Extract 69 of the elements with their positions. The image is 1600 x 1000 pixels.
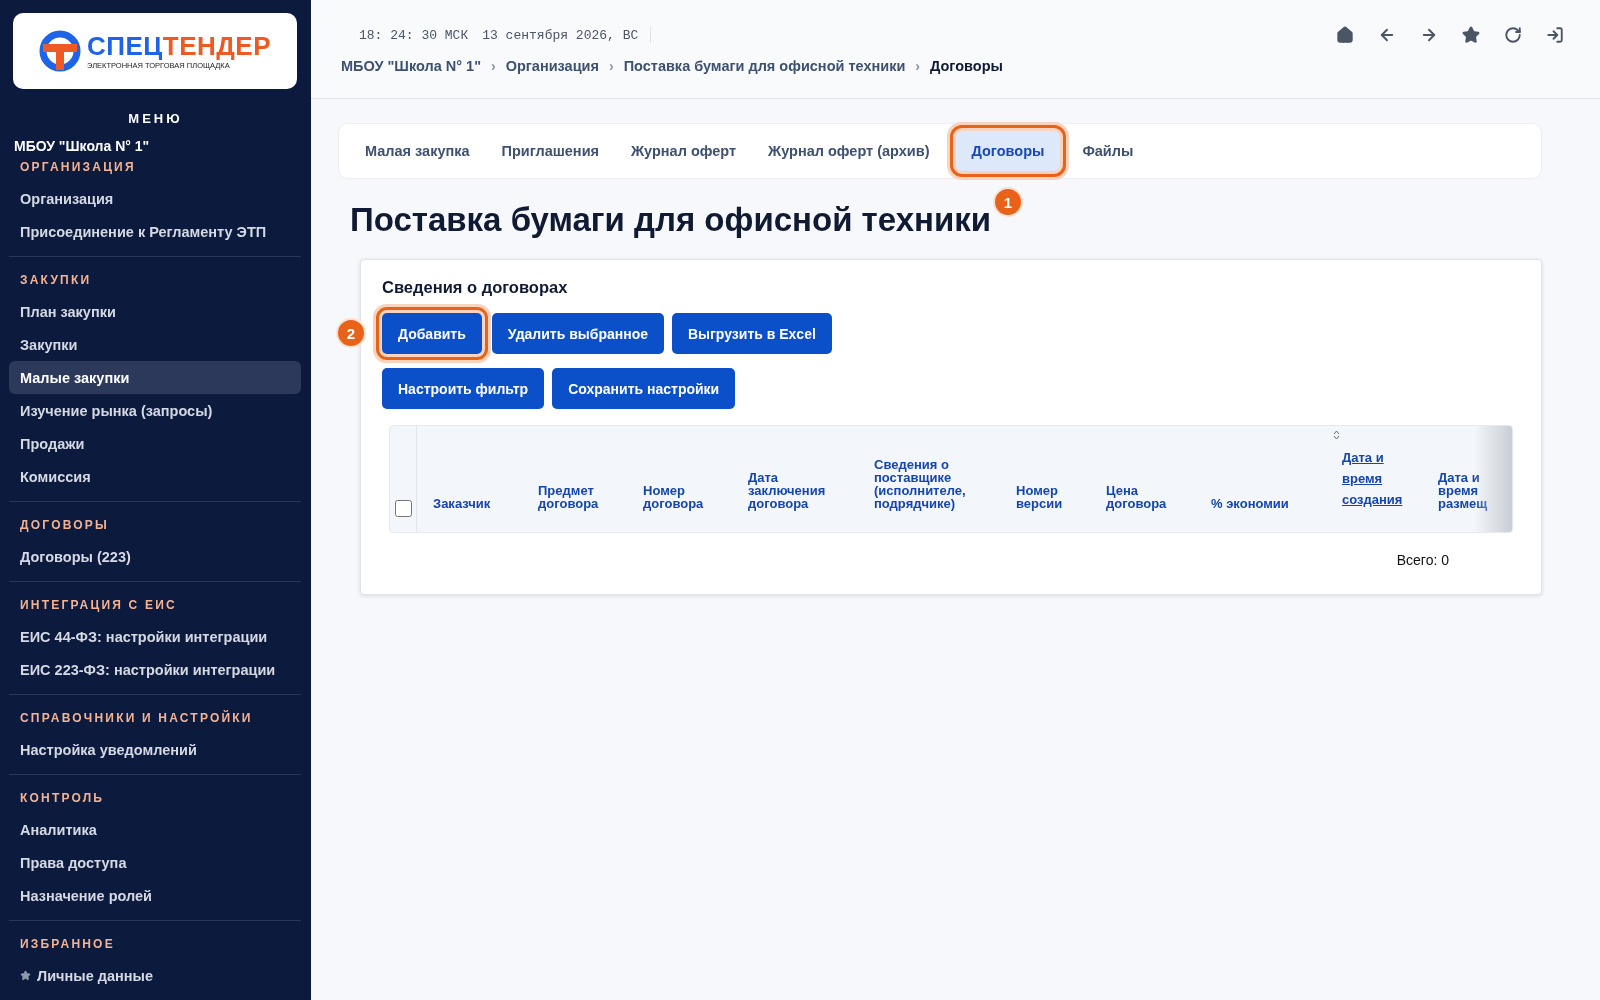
section-title: ДОГОВОРЫ [19,517,110,534]
back-icon[interactable] [1378,26,1396,44]
logo-icon [39,30,81,72]
sidebar-item[interactable]: Продажи [9,427,301,460]
logo-wordmark: СПЕЦТЕНДЕР [87,32,271,60]
panel-title: Сведения о договорах [382,278,569,297]
action-button[interactable]: Настроить фильтр [382,368,545,409]
sidebar-item[interactable]: Права доступа [9,846,301,879]
column-header: Цена договора [1106,484,1168,510]
column-header: % экономии [1211,497,1289,510]
forward-icon[interactable] [1420,26,1438,44]
total-count: Всего: 0 [1396,552,1449,568]
sidebar-item[interactable]: Изучение рынка (запросы) [9,394,301,427]
home-icon[interactable] [1336,26,1354,44]
sidebar-item[interactable]: Аналитика [9,813,301,846]
breadcrumb-link[interactable]: Договоры [930,58,1003,74]
step-badge: 1 [992,187,1023,217]
breadcrumb-link[interactable]: Организация [505,58,599,74]
breadcrumb-link[interactable]: МБОУ "Школа N° 1" [341,58,481,74]
breadcrumb-separator: › [915,58,920,74]
step-badge: 2 [336,318,366,348]
tab[interactable]: Файлы [1066,131,1150,171]
tab[interactable]: Журнал оферт [615,131,753,171]
sidebar-item[interactable]: Присоединение к Регламенту ЭТП [9,215,301,248]
sort-icon [1333,430,1340,440]
organization-name: МБОУ "Школа N° 1" [14,138,151,154]
section-title: ИНТЕГРАЦИЯ С ЕИС [19,597,178,614]
breadcrumb-link[interactable]: Поставка бумаги для офисной техники [623,58,906,74]
sidebar-item[interactable]: ЕИС 44-ФЗ: настройки интеграции [9,620,301,653]
sidebar-item[interactable]: Закупки [9,328,301,361]
sidebar-item[interactable]: Настройка уведомлений [9,733,301,766]
column-header: Предмет договора [538,484,600,510]
sidebar-item[interactable]: Личные данные [9,959,301,992]
section-title: ОРГАНИЗАЦИЯ [19,159,137,176]
sidebar-item[interactable]: ЕИС 223-ФЗ: настройки интеграции [9,653,301,686]
section-title: СПРАВОЧНИКИ И НАСТРОЙКИ [19,709,254,727]
column-header: Дата и время размещ [1438,471,1489,510]
sidebar-item[interactable]: Комиссия [9,460,301,493]
action-button[interactable]: Выгрузить в Excel [671,313,832,354]
logout-icon[interactable] [1546,26,1564,44]
column-header: Номер договора [643,484,705,510]
clock: 18: 24: 30 МСК [359,27,469,43]
tab[interactable]: Приглашения [485,131,615,171]
sidebar-item[interactable]: Договоры (223) [9,540,301,573]
column-header: Заказчик [433,497,491,510]
page-title: Поставка бумаги для офисной техники [350,201,992,239]
star-icon[interactable] [1462,26,1480,44]
column-header[interactable]: Дата и время создания [1342,447,1414,510]
sidebar-item[interactable]: Малые закупки [9,361,301,394]
tab[interactable]: Малая закупка [349,131,486,171]
sidebar-item[interactable]: План закупки [9,295,301,328]
date: 13 сентября 2026, ВС [482,27,639,43]
sidebar-item[interactable]: Организация [9,182,301,215]
section-title: ЗАКУПКИ [19,272,93,289]
column-header: Дата заключения договора [748,471,827,510]
breadcrumb-separator: › [491,58,496,74]
select-all-checkbox[interactable] [394,500,412,517]
breadcrumb-separator: › [608,58,614,74]
action-button[interactable]: Удалить выбранное [491,313,664,354]
menu-title: МЕНЮ [127,111,184,126]
column-header: Сведения о поставщике (исполнителе, подрядчике) [874,458,967,510]
tab[interactable]: Журнал оферт (архив) [752,131,946,171]
refresh-icon[interactable] [1504,26,1522,44]
section-title: КОНТРОЛЬ [19,790,106,807]
sidebar-item[interactable]: Назначение ролей [9,879,301,912]
section-title: ИЗБРАННОЕ [19,936,116,953]
star-icon [20,970,31,981]
column-header: Номер версии [1016,484,1064,510]
action-button[interactable]: Сохранить настройки [552,368,736,409]
